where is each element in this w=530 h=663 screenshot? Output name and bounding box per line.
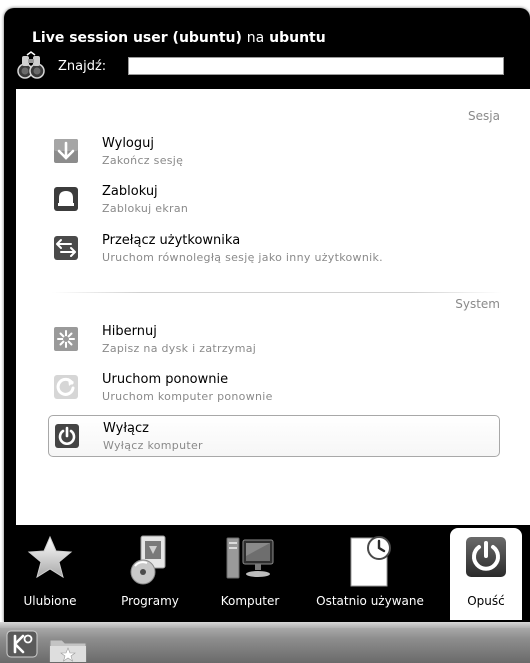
restart-subtitle: Uruchom komputer ponownie [102,390,273,403]
computer-icon [226,537,274,579]
switch-user-subtitle: Uruchom równoległą sesję jako inny użytk… [102,251,383,264]
star-icon [27,535,73,579]
restart-icon [54,375,78,399]
lock-title: Zablokuj [102,184,158,199]
switch-user-title: Przełącz użytkownika [102,233,241,248]
applications-icon [130,535,166,585]
shutdown-subtitle: Wyłącz komputer [103,439,203,452]
switch-user-icon [54,236,78,260]
switch-user-item[interactable]: Przełącz użytkownika Uruchom równoległą … [48,228,500,270]
shutdown-item[interactable]: Wyłącz Wyłącz komputer [48,415,500,457]
restart-title: Uruchom ponownie [102,372,229,387]
tab-recently-used[interactable]: Ostatnio używane [300,528,440,620]
lock-subtitle: Zablokuj ekran [102,202,189,215]
taskbar-highlight [0,622,530,628]
logout-arrow-down-icon [54,139,78,163]
title-user: Live session user (ubuntu) [32,30,242,46]
lock-icon [54,187,78,211]
shutdown-title: Wyłącz [103,421,149,436]
menu-title: Live session user (ubuntu) na ubuntu [32,30,326,46]
tab-computer-label: Komputer [220,594,280,608]
search-binoculars-icon [17,51,45,79]
tab-favorites-label: Ulubione [23,594,77,608]
search-label: Znajdź: [58,59,107,74]
hibernate-subtitle: Zapisz na dysk i zatrzymaj [102,342,257,355]
kde-menu-icon[interactable] [6,630,38,658]
lock-item[interactable]: Zablokuj Zablokuj ekran [48,179,500,221]
tab-favorites[interactable]: Ulubione [4,528,96,620]
title-host: ubuntu [269,30,326,46]
logout-item[interactable]: Wyloguj Zakończ sesję [48,131,500,173]
folder-star-icon[interactable] [48,634,88,662]
leave-power-icon [466,537,506,577]
tab-computer[interactable]: Komputer [208,528,292,620]
section-header-system: System [455,297,500,311]
tab-bar: Ulubione Programy Komputer Ostatnio używ… [4,528,530,622]
section-header-session: Sesja [468,109,500,123]
tab-applications-label: Programy [121,594,179,608]
tab-leave[interactable]: Opuść [450,528,522,620]
search-bar: Znajdź: [16,51,506,83]
search-input[interactable] [128,57,504,75]
section-divider [52,292,502,293]
recent-documents-icon [350,536,391,587]
tab-applications[interactable]: Programy [104,528,196,620]
hibernate-title: Hibernuj [102,324,157,339]
tab-leave-label: Opuść [467,594,505,608]
hibernate-item[interactable]: Hibernuj Zapisz na dysk i zatrzymaj [48,319,500,361]
restart-item[interactable]: Uruchom ponownie Uruchom komputer ponown… [48,367,500,409]
shutdown-icon [55,424,79,448]
title-separator: na [246,30,265,46]
logout-subtitle: Zakończ sesję [102,154,184,167]
tab-recently-used-label: Ostatnio używane [316,594,424,608]
logout-title: Wyloguj [102,136,154,151]
hibernate-icon [54,327,78,351]
leave-panel: Sesja Wyloguj Zakończ sesję Zablokuj Zab… [16,89,530,525]
